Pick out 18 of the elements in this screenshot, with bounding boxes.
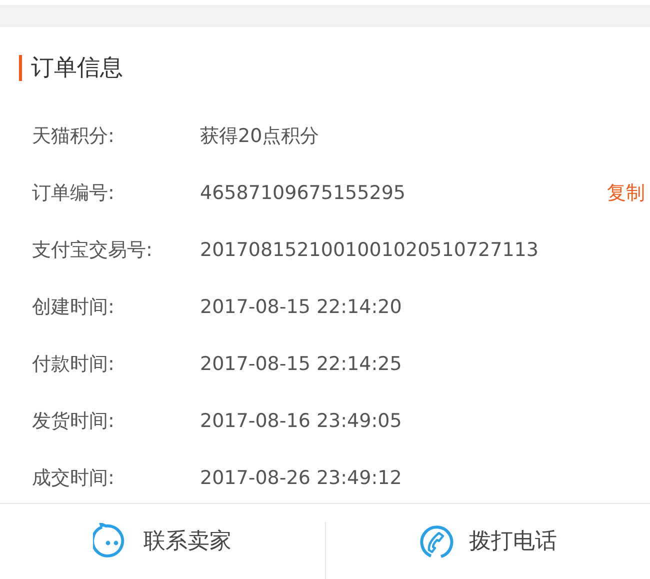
field-value: 46587109675155295 — [200, 181, 406, 206]
field-label: 天猫积分: — [32, 124, 116, 150]
field-value: 2017081521001001020510727113 — [200, 238, 538, 264]
field-label: 发货时间: — [32, 409, 116, 434]
phone-icon — [418, 524, 455, 560]
field-label: 创建时间: — [32, 295, 116, 320]
call-button[interactable]: 拨打电话 — [326, 504, 650, 579]
field-value: 2017-08-16 23:49:05 — [200, 409, 402, 434]
field-value: 2017-08-15 22:14:25 — [200, 352, 402, 378]
field-value: 2017-08-15 22:14:20 — [200, 295, 402, 320]
field-label: 付款时间: — [32, 352, 116, 378]
field-value: 2017-08-26 23:49:12 — [200, 466, 402, 492]
field-label: 成交时间: — [32, 466, 116, 492]
field-value: 获得20点积分 — [200, 124, 320, 150]
field-label: 支付宝交易号: — [32, 238, 154, 264]
contact-button[interactable]: 联系卖家 — [0, 504, 324, 579]
section-title: 订单信息 — [19, 55, 123, 81]
field-label: 订单编号: — [32, 181, 116, 206]
